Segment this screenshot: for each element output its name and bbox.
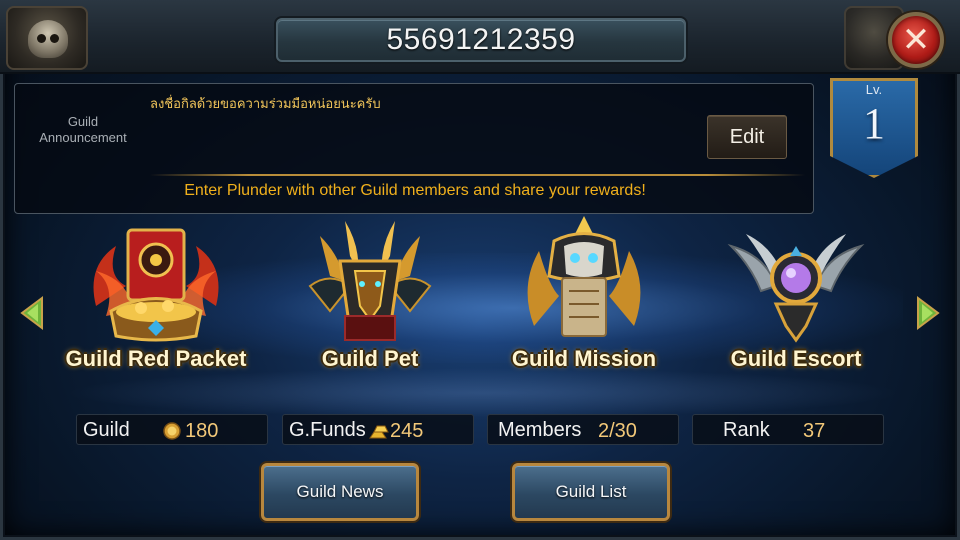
edit-button[interactable]: Edit bbox=[707, 115, 787, 159]
title-plate: 55691212359 bbox=[276, 18, 686, 62]
escort-orb-emblem-icon bbox=[727, 234, 865, 343]
stat-value: 2/30 bbox=[598, 420, 637, 442]
announcement-hint: Enter Plunder with other Guild members a… bbox=[184, 182, 646, 199]
stat-members: Members 2/30 bbox=[487, 414, 679, 445]
stat-value: 245 bbox=[390, 420, 424, 442]
arrow-left-icon bbox=[20, 296, 43, 330]
announcement-text: ลงชื่อกิลด้วยขอความร่วมมือหน่อยนะครับ bbox=[150, 97, 381, 112]
red-packet-emblem-icon bbox=[93, 228, 219, 342]
stat-label: G.Funds bbox=[289, 419, 366, 441]
stat-guild-funds: G.Funds 245 bbox=[282, 414, 474, 445]
close-x-icon: ✕ bbox=[901, 20, 931, 60]
stat-rank: Rank 37 bbox=[692, 414, 884, 445]
dragon-emblem-icon bbox=[308, 221, 432, 341]
feature-label: Guild Red Packet bbox=[65, 346, 247, 371]
guild-news-button[interactable]: Guild News bbox=[261, 463, 419, 521]
stat-label: Members bbox=[498, 419, 582, 441]
guild-level-banner: Lv. 1 bbox=[826, 78, 922, 182]
divider bbox=[150, 174, 805, 176]
feature-guild-mission[interactable]: Guild Mission bbox=[484, 216, 684, 376]
stat-label: Guild bbox=[83, 419, 130, 441]
gold-coin-icon bbox=[163, 422, 181, 440]
feature-label: Guild Pet bbox=[321, 346, 419, 371]
feature-guild-pet[interactable]: Guild Pet bbox=[270, 216, 470, 376]
guild-list-button[interactable]: Guild List bbox=[512, 463, 670, 521]
top-bar: 55691212359 ✕ bbox=[0, 0, 960, 74]
gold-bars-icon bbox=[369, 425, 389, 439]
feature-guild-red-packet[interactable]: Guild Red Packet bbox=[56, 216, 256, 376]
level-value: 1 bbox=[863, 99, 885, 148]
prev-arrow-button[interactable] bbox=[20, 296, 44, 330]
close-button[interactable]: ✕ bbox=[888, 12, 944, 68]
feature-label: Guild Mission bbox=[511, 346, 657, 371]
stat-guild-coins: Guild 180 bbox=[76, 414, 268, 445]
stat-label: Rank bbox=[723, 419, 770, 441]
skull-ornament-icon bbox=[6, 6, 88, 70]
announcement-box: Guild Announcement ลงชื่อกิลด้วยขอความร่… bbox=[14, 83, 814, 214]
stat-value: 180 bbox=[185, 420, 219, 442]
announcement-label: Guild Announcement bbox=[39, 114, 127, 145]
feature-label: Guild Escort bbox=[730, 346, 862, 371]
guild-id-title: 55691212359 bbox=[386, 23, 576, 56]
arrow-right-icon bbox=[917, 296, 940, 330]
level-prefix: Lv. bbox=[865, 82, 883, 97]
mission-scroll-emblem-icon bbox=[527, 216, 641, 337]
feature-guild-escort[interactable]: Guild Escort bbox=[696, 216, 896, 376]
stat-value: 37 bbox=[803, 420, 826, 442]
next-arrow-button[interactable] bbox=[916, 296, 940, 330]
